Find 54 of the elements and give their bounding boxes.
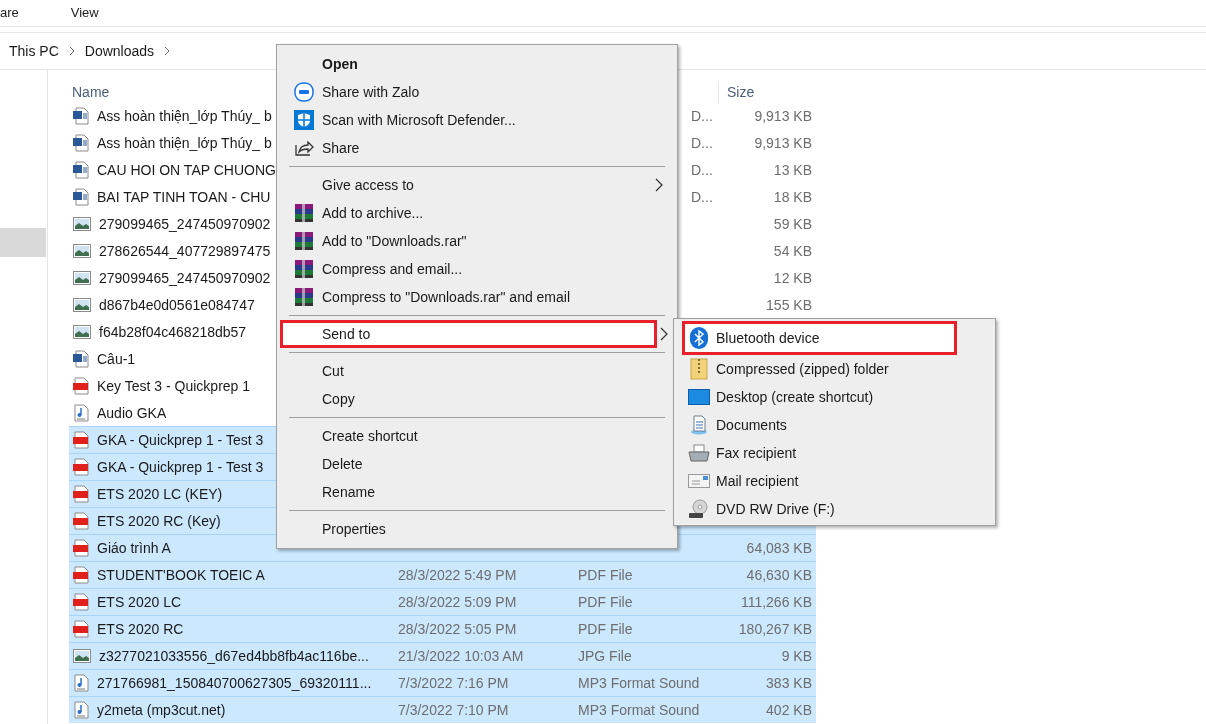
file-size: 59 KB [773, 215, 812, 232]
file-name: f64b28f04c468218db57 [99, 322, 247, 342]
file-size: 54 KB [773, 242, 812, 259]
file-name: Ass hoàn thiện_lớp Thúy_ b [97, 106, 272, 126]
file-size: 64,083 KB [746, 539, 812, 556]
file-type: D... [691, 107, 713, 124]
file-name: ETS 2020 LC (KEY) [97, 484, 223, 504]
file-name: GKA - Quickprep 1 - Test 3 [97, 457, 264, 477]
file-name: GKA - Quickprep 1 - Test 3 [97, 430, 264, 450]
file-date: 21/3/2022 10:03 AM [398, 647, 524, 664]
file-name: ETS 2020 LC [97, 592, 182, 612]
file-type: D... [691, 134, 713, 151]
file-name: ETS 2020 RC [97, 619, 184, 639]
file-size: 402 KB [766, 701, 812, 718]
file-size: 383 KB [766, 674, 812, 691]
file-type: JPG File [578, 647, 632, 664]
file-type: MP3 Format Sound [578, 701, 700, 718]
file-type: D... [691, 161, 713, 178]
file-size: 18 KB [773, 188, 812, 205]
file-name: Key Test 3 - Quickprep 1 [97, 376, 251, 396]
file-name: 279099465_247450970902 [99, 214, 271, 234]
file-size: 111,266 KB [740, 593, 812, 610]
file-name: CAU HOI ON TAP CHUONG [97, 160, 276, 180]
file-name: BAI TAP TINH TOAN - CHU [97, 187, 271, 207]
file-name: z3277021033556_d67ed4bb8fb4ac116be... [99, 646, 369, 666]
file-name: 271766981_150840700627305_69320111... [97, 673, 372, 693]
file-name: ETS 2020 RC (Key) [97, 511, 221, 531]
file-name: 278626544_407729897475 [99, 241, 271, 261]
file-size: 12 KB [773, 269, 812, 286]
file-name: Audio GKA [97, 403, 167, 423]
file-type: PDF File [578, 593, 633, 610]
file-size: 180,267 KB [738, 620, 812, 637]
file-name: Câu-1 [97, 349, 136, 369]
file-size: 13 KB [773, 161, 812, 178]
file-type: PDF File [578, 566, 633, 583]
file-size: 155 KB [766, 296, 812, 313]
file-name: d867b4e0d0561e084747 [99, 295, 255, 315]
file-type: MP3 Format Sound [578, 674, 700, 691]
file-name: 279099465_247450970902 [99, 268, 271, 288]
file-size: 9 KB [781, 647, 812, 664]
file-size: 9,913 KB [754, 134, 812, 151]
file-name: STUDENT'BOOK TOEIC A [97, 565, 265, 585]
file-name: Ass hoàn thiện_lớp Thúy_ b [97, 133, 272, 153]
file-date: 28/3/2022 5:09 PM [398, 593, 517, 610]
file-date: 7/3/2022 7:16 PM [398, 674, 509, 691]
file-size: 9,913 KB [754, 107, 812, 124]
file-name: Giáo trình A [97, 538, 171, 558]
file-type: PDF File [578, 620, 633, 637]
file-date: 28/3/2022 5:49 PM [398, 566, 517, 583]
file-size: 46,630 KB [746, 566, 812, 583]
file-type: D... [691, 188, 713, 205]
file-name: y2meta (mp3cut.net) [97, 700, 226, 720]
file-date: 7/3/2022 7:10 PM [398, 701, 509, 718]
file-date: 28/3/2022 5:05 PM [398, 620, 517, 637]
